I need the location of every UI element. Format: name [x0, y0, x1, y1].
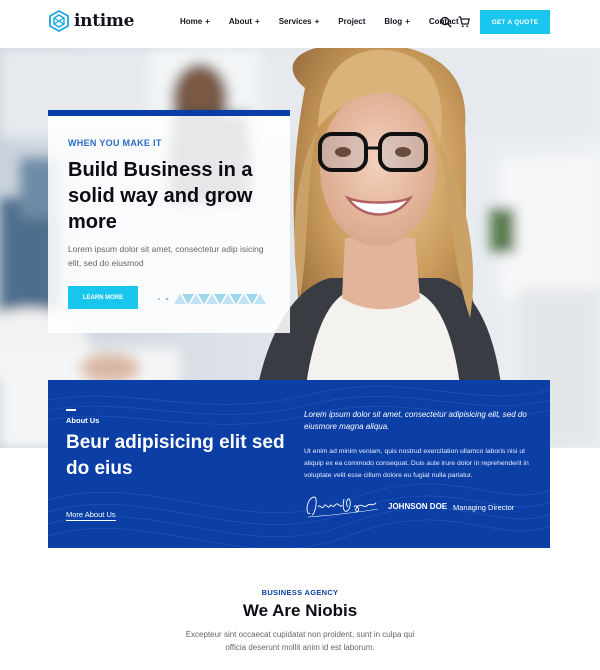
- main-nav: Home + About + Services + Project Blog + Con…: [180, 17, 478, 26]
- about-section: About Us Beur adipisicing elit sed do ei…: [48, 380, 550, 548]
- nav-item-about[interactable]: About +: [229, 17, 260, 26]
- hero-card: WHEN YOU MAKE IT Build Business in a sol…: [48, 110, 290, 333]
- person-role: Managing Director: [453, 503, 515, 512]
- person-name: JOHNSON DOE: [388, 502, 448, 511]
- hero-eyebrow: WHEN YOU MAKE IT: [68, 138, 162, 148]
- logo[interactable]: intime: [48, 10, 134, 32]
- cart-icon[interactable]: [458, 16, 470, 28]
- plus-icon: +: [405, 17, 410, 26]
- hexagon-logo-icon: [49, 10, 69, 32]
- plus-icon: +: [255, 17, 260, 26]
- signature-image: [306, 496, 379, 518]
- about-body: Ut enim ad minim veniam, quis nostrud ex…: [304, 448, 529, 479]
- plus-icon: +: [205, 17, 210, 26]
- agency-title: We Are Niobis: [242, 601, 358, 620]
- nav-item-project[interactable]: Project: [338, 17, 365, 26]
- about-title: Beur adipisicing elit sed do eius: [66, 432, 285, 479]
- about-label: About Us: [66, 416, 100, 425]
- brand-name: intime: [74, 11, 135, 31]
- nav-item-blog[interactable]: Blog +: [384, 17, 409, 26]
- nav-item-services[interactable]: Services +: [279, 17, 320, 26]
- nav-label-services: Services: [278, 17, 312, 26]
- hero-card-accent-bar: [48, 110, 290, 116]
- triangle-pattern-decoration: [158, 294, 266, 304]
- nav-label-about: About: [228, 17, 253, 26]
- more-about-us-link[interactable]: More About Us: [66, 510, 116, 521]
- agency-description: Excepteur sint occaecat cupidatat non pr…: [185, 630, 415, 652]
- plus-icon: +: [314, 17, 320, 26]
- agency-eyebrow: BUSINESS AGENCY: [261, 588, 339, 597]
- get-a-quote-button[interactable]: GET A QUOTE: [480, 10, 550, 34]
- about-label-dash: [66, 409, 76, 411]
- hero-description: Lorem ipsum dolor sit amet, consectetur …: [68, 244, 264, 268]
- hero-title: Build Business in a solid way and grow m…: [68, 159, 253, 233]
- learn-more-button[interactable]: LEARN MORE: [68, 286, 138, 309]
- search-icon[interactable]: [440, 16, 452, 28]
- nav-label-project: Project: [338, 17, 366, 26]
- nav-item-home[interactable]: Home +: [180, 17, 210, 26]
- site-header: intime Home + About + Services + Project Bl…: [0, 0, 600, 48]
- about-lead: Lorem ipsum dolor sit amet, consectetur …: [304, 410, 527, 431]
- nav-label-home: Home: [180, 17, 203, 26]
- nav-label-blog: Blog: [384, 17, 403, 26]
